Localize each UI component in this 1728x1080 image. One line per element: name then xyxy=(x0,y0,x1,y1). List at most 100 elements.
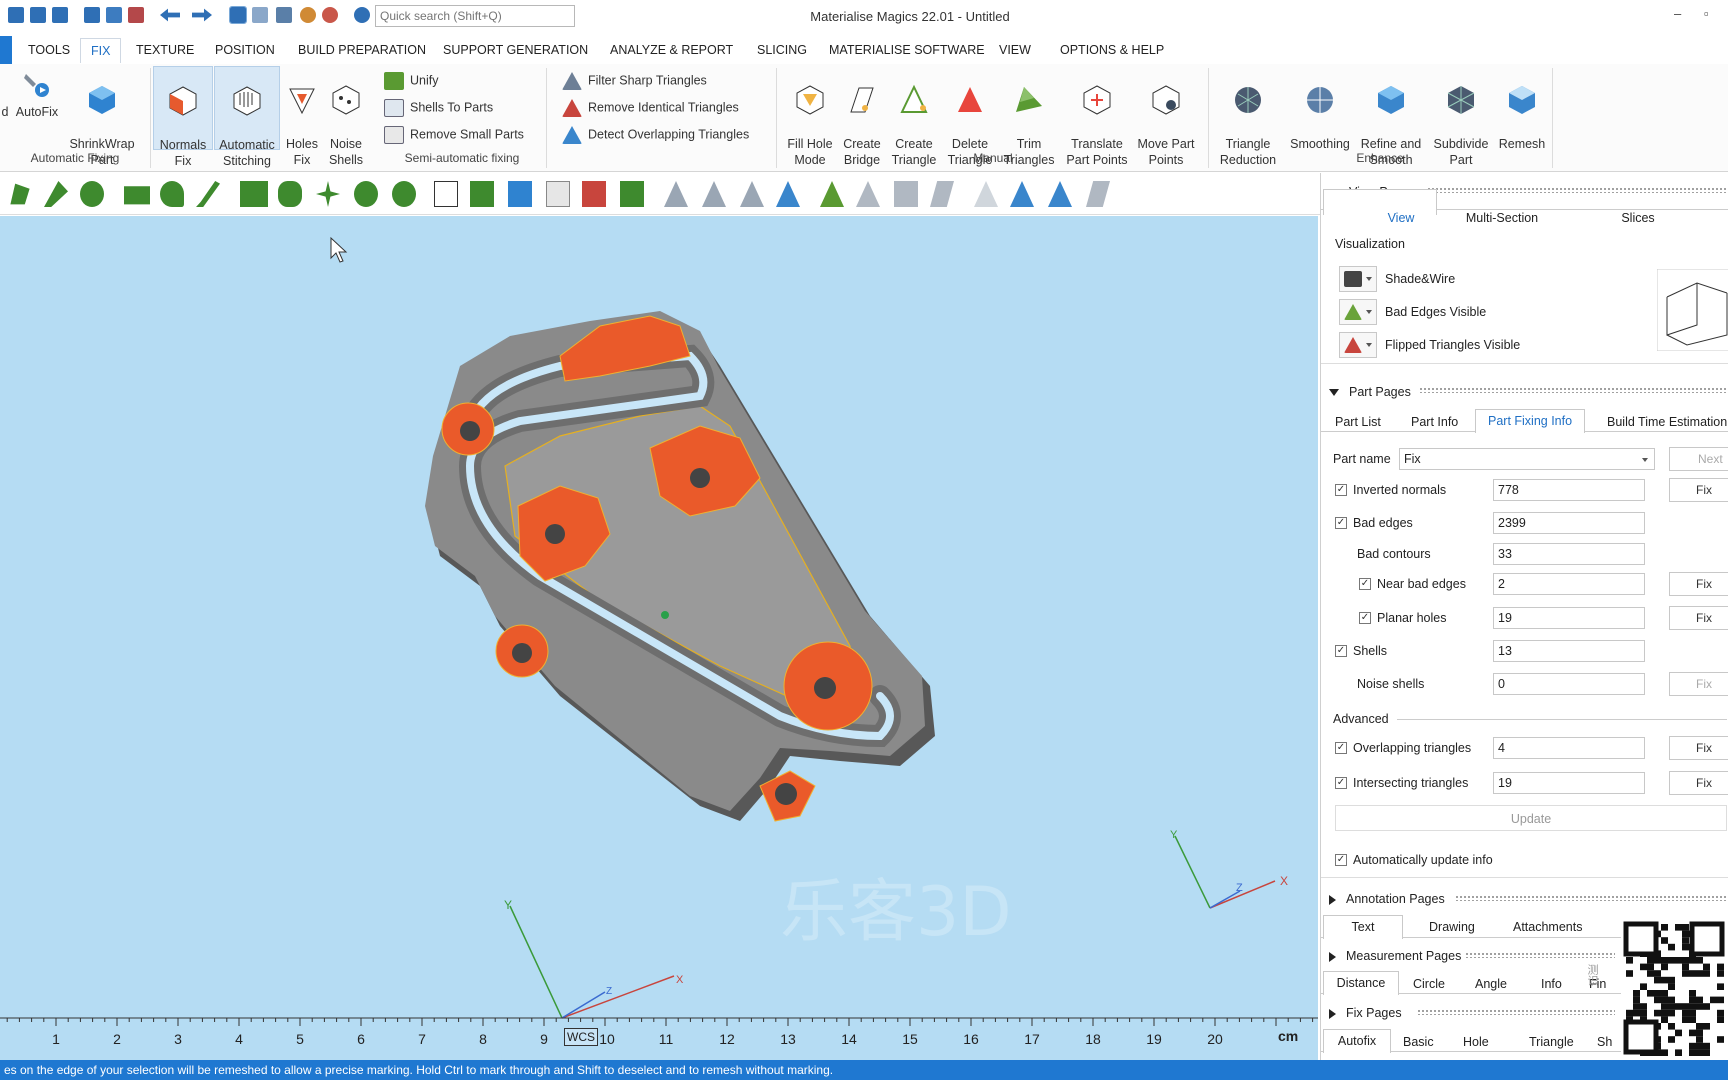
close-file-icon[interactable] xyxy=(128,7,144,23)
view-icon[interactable] xyxy=(276,7,292,23)
autofix-button[interactable]: AutoFix xyxy=(12,68,62,120)
file-menu-button[interactable] xyxy=(0,36,12,64)
bad-edges-dropdown[interactable] xyxy=(1339,299,1377,325)
tab-support-generation[interactable]: SUPPORT GENERATION xyxy=(443,43,588,57)
tab-build-time-estimation[interactable]: Build Time Estimation xyxy=(1607,415,1727,429)
mark-plane-icon[interactable] xyxy=(44,181,68,207)
unmark-shell-icon[interactable] xyxy=(582,181,606,207)
holes-fix-button[interactable]: Holes Fix xyxy=(282,68,322,168)
delete-marked-icon[interactable] xyxy=(820,181,844,207)
detect-overlapping-triangles-button[interactable]: Detect Overlapping Triangles xyxy=(562,126,749,144)
restore-button[interactable]: ▫ xyxy=(1704,6,1709,21)
inverted-normals-checkbox[interactable]: ✓ xyxy=(1335,484,1347,496)
intersecting-triangles-checkbox[interactable]: ✓ xyxy=(1335,777,1347,789)
show-triangles-icon[interactable] xyxy=(1010,181,1034,207)
shells-to-parts-button[interactable]: Shells To Parts xyxy=(384,99,493,117)
tab-info[interactable]: Info xyxy=(1541,977,1562,991)
mark-star-icon[interactable] xyxy=(316,181,340,207)
tab-circle[interactable]: Circle xyxy=(1413,977,1445,991)
tab-triangle[interactable]: Triangle xyxy=(1529,1035,1574,1049)
view-cube-icon[interactable] xyxy=(1657,269,1728,351)
tab-slicing[interactable]: SLICING xyxy=(757,43,807,57)
tab-multi-section[interactable]: Multi-Section xyxy=(1447,211,1557,225)
bad-edges-checkbox[interactable]: ✓ xyxy=(1335,517,1347,529)
flipped-triangles-dropdown[interactable] xyxy=(1339,332,1377,358)
part-pages-header[interactable]: Part Pages xyxy=(1329,385,1411,399)
tab-attachments[interactable]: Attachments xyxy=(1513,920,1582,934)
unify-button[interactable]: Unify xyxy=(384,72,438,90)
tab-build-preparation[interactable]: BUILD PREPARATION xyxy=(298,43,426,57)
auto-update-checkbox[interactable]: ✓ xyxy=(1335,854,1347,866)
zoom-out-icon[interactable] xyxy=(322,7,338,23)
visibility-icon[interactable] xyxy=(1048,181,1072,207)
tab-drawing[interactable]: Drawing xyxy=(1429,920,1475,934)
invert-marking-icon[interactable] xyxy=(620,181,644,207)
part-name-select[interactable]: Fix xyxy=(1399,448,1655,470)
mark-shell-icon[interactable] xyxy=(160,181,184,207)
mark-window-icon[interactable] xyxy=(240,181,268,207)
redo-icon[interactable] xyxy=(192,8,212,22)
3d-viewport[interactable]: Y X Z Y X Z 乐客3D 1 2 3 4 5 6 7 8 9 11 12 13 14 15 16 17… xyxy=(0,216,1318,1062)
mark-rectangle-icon[interactable] xyxy=(124,186,150,205)
tab-view[interactable]: VIEW xyxy=(999,43,1031,57)
zoom-icon[interactable] xyxy=(300,7,316,23)
fix-intersecting-button[interactable]: Fix xyxy=(1669,771,1728,795)
tab-fix[interactable]: FIX xyxy=(80,38,122,63)
tab-tools[interactable]: TOOLS xyxy=(28,43,70,57)
tab-options-help[interactable]: OPTIONS & HELP xyxy=(1060,43,1164,57)
select-icon[interactable] xyxy=(229,6,247,24)
triangle-tool-6-icon[interactable] xyxy=(894,181,918,207)
overlapping-triangles-checkbox[interactable]: ✓ xyxy=(1335,742,1347,754)
tab-part-list[interactable]: Part List xyxy=(1335,415,1381,429)
annotation-pages-header[interactable]: Annotation Pages xyxy=(1329,892,1445,906)
noise-shells-button[interactable]: Noise Shells xyxy=(324,68,368,168)
undo-icon[interactable] xyxy=(160,8,180,22)
remove-small-parts-button[interactable]: Remove Small Parts xyxy=(384,126,524,144)
triangle-tool-7-icon[interactable] xyxy=(930,181,954,207)
mark-triangle-icon[interactable] xyxy=(10,183,30,205)
filter-sharp-triangles-button[interactable]: Filter Sharp Triangles xyxy=(562,72,707,90)
tab-angle[interactable]: Angle xyxy=(1475,977,1507,991)
planar-holes-checkbox[interactable]: ✓ xyxy=(1359,612,1371,624)
remesh-button[interactable]: Remesh xyxy=(1494,68,1550,152)
triangle-tool-5-icon[interactable] xyxy=(856,181,880,207)
cut-off-button-label[interactable]: d xyxy=(0,104,10,120)
tab-basic[interactable]: Basic xyxy=(1403,1035,1434,1049)
tab-texture[interactable]: TEXTURE xyxy=(136,43,194,57)
mark-sphere-icon[interactable] xyxy=(354,181,378,207)
part-model[interactable] xyxy=(0,216,1318,1062)
quick-search-input[interactable] xyxy=(375,5,575,27)
mark-curve-icon[interactable] xyxy=(196,181,220,207)
select-part-icon[interactable] xyxy=(434,181,458,207)
shells-checkbox[interactable]: ✓ xyxy=(1335,645,1347,657)
triangle-tool-2-icon[interactable] xyxy=(702,181,726,207)
tab-materialise-software[interactable]: MATERIALISE SOFTWARE xyxy=(829,43,985,57)
fix-inverted-normals-button[interactable]: Fix xyxy=(1669,478,1728,502)
fix-near-bad-edges-button[interactable]: Fix xyxy=(1669,572,1728,596)
fix-overlapping-button[interactable]: Fix xyxy=(1669,736,1728,760)
mark-pipe-icon[interactable] xyxy=(278,181,302,207)
tab-view-label[interactable]: View xyxy=(1361,211,1441,225)
hide-triangles-icon[interactable] xyxy=(974,181,998,207)
new-file-icon[interactable] xyxy=(8,7,24,23)
smoothing-button[interactable]: Smoothing xyxy=(1286,68,1354,152)
minimize-button[interactable]: – xyxy=(1674,6,1681,21)
tab-hole[interactable]: Hole xyxy=(1463,1035,1489,1049)
measurement-pages-header[interactable]: Measurement Pages xyxy=(1329,949,1461,963)
save-icon[interactable] xyxy=(30,7,46,23)
tab-distance[interactable]: Distance xyxy=(1323,971,1399,995)
triangle-tool-3-icon[interactable] xyxy=(740,181,764,207)
automatic-stitching-button[interactable]: Automatic Stitching xyxy=(214,66,280,168)
tab-sh[interactable]: Sh xyxy=(1597,1035,1612,1049)
unmark-part-icon[interactable] xyxy=(546,181,570,207)
select-box-icon[interactable] xyxy=(508,181,532,207)
near-bad-edges-checkbox[interactable]: ✓ xyxy=(1359,578,1371,590)
tab-position[interactable]: POSITION xyxy=(215,43,275,57)
fix-planar-holes-button[interactable]: Fix xyxy=(1669,606,1728,630)
tab-part-info[interactable]: Part Info xyxy=(1411,415,1458,429)
select-shell-icon[interactable] xyxy=(470,181,494,207)
triangle-tool-8-icon[interactable] xyxy=(1086,181,1110,207)
tab-text[interactable]: Text xyxy=(1323,915,1403,939)
tab-autofix[interactable]: Autofix xyxy=(1323,1029,1391,1053)
update-button[interactable]: Update xyxy=(1335,805,1727,831)
